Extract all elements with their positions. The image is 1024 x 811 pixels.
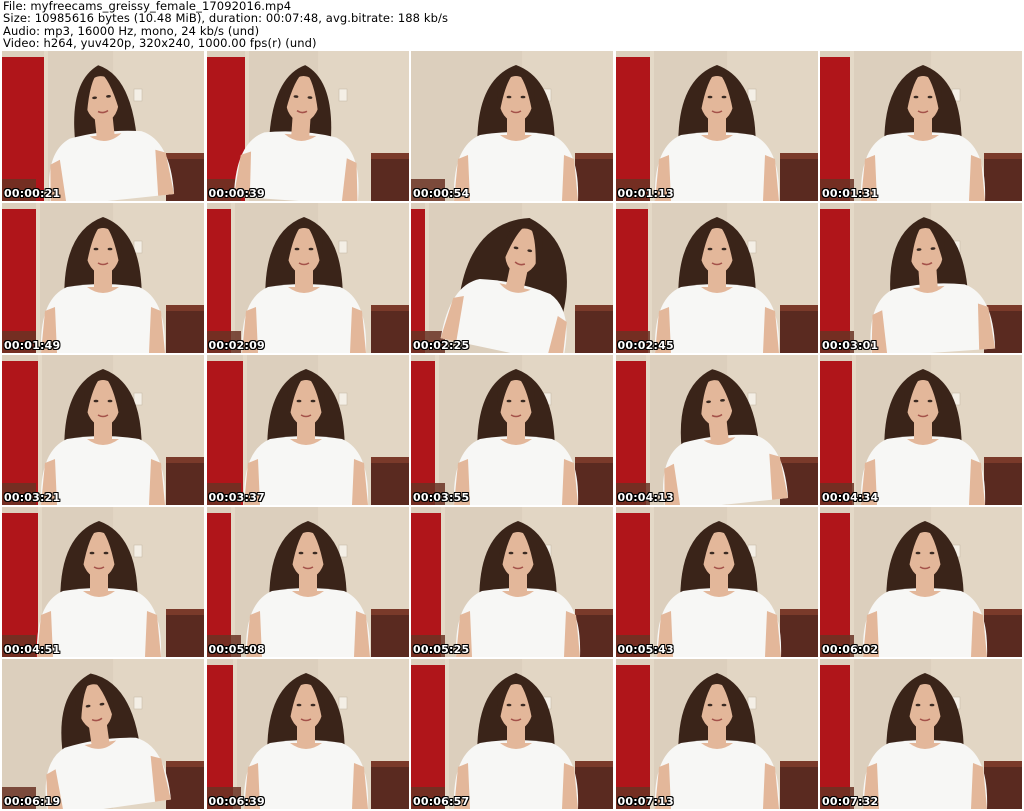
frame-image <box>411 355 613 505</box>
thumbnail-timestamp: 00:00:21 <box>4 187 61 200</box>
frame-image <box>615 659 818 809</box>
video-thumbnail: 00:02:25 <box>411 203 613 353</box>
thumbnail-timestamp: 00:04:13 <box>617 491 674 504</box>
frame-image <box>2 659 204 809</box>
thumbnail-timestamp: 00:03:55 <box>413 491 470 504</box>
thumbnail-timestamp: 00:06:19 <box>4 795 61 808</box>
video-thumbnail: 00:07:32 <box>820 659 1022 809</box>
video-thumbnail: 00:06:57 <box>411 659 613 809</box>
video-thumbnail: 00:00:54 <box>411 51 613 201</box>
frame-image <box>206 355 409 505</box>
thumbnail-timestamp: 00:01:49 <box>4 339 61 352</box>
frame-image <box>2 507 204 657</box>
frame-image <box>2 355 204 505</box>
thumbnail-timestamp: 00:01:13 <box>617 187 674 200</box>
thumbnail-timestamp: 00:03:21 <box>4 491 61 504</box>
frame-image <box>411 507 613 657</box>
frame-image <box>2 203 204 353</box>
video-thumbnail: 00:04:13 <box>615 355 818 505</box>
video-thumbnail: 00:06:19 <box>2 659 204 809</box>
thumbnail-timestamp: 00:01:31 <box>822 187 879 200</box>
frame-image <box>615 203 818 353</box>
video-thumbnail: 00:04:34 <box>820 355 1022 505</box>
video-thumbnail: 00:05:25 <box>411 507 613 657</box>
thumbnail-timestamp: 00:02:45 <box>617 339 674 352</box>
thumbnail-timestamp: 00:02:09 <box>208 339 265 352</box>
frame-image <box>206 203 409 353</box>
video-thumbnail: 00:00:21 <box>2 51 204 201</box>
video-thumbnail: 00:05:43 <box>615 507 818 657</box>
thumbnail-timestamp: 00:06:39 <box>208 795 265 808</box>
thumbnail-timestamp: 00:00:54 <box>413 187 470 200</box>
thumbnail-grid: 00:00:21 00:00:39 00:00:54 00:01:13 00:01:31… <box>2 51 1022 809</box>
video-thumbnail: 00:06:39 <box>206 659 409 809</box>
video-thumbnail: 00:02:45 <box>615 203 818 353</box>
thumbnail-timestamp: 00:00:39 <box>208 187 265 200</box>
file-size-line: Size: 10985616 bytes (10.48 MiB), durati… <box>3 11 449 26</box>
frame-image <box>2 51 204 201</box>
video-thumbnail: 00:07:13 <box>615 659 818 809</box>
frame-image <box>206 659 409 809</box>
video-thumbnail: 00:02:09 <box>206 203 409 353</box>
thumbnail-timestamp: 00:02:25 <box>413 339 470 352</box>
frame-image <box>411 659 613 809</box>
video-thumbnail: 00:04:51 <box>2 507 204 657</box>
frame-image <box>820 659 1022 809</box>
video-thumbnail: 00:06:02 <box>820 507 1022 657</box>
thumbnail-timestamp: 00:03:01 <box>822 339 879 352</box>
frame-image <box>615 507 818 657</box>
thumbnail-timestamp: 00:04:51 <box>4 643 61 656</box>
frame-image <box>820 507 1022 657</box>
video-thumbnail: 00:03:37 <box>206 355 409 505</box>
frame-image <box>411 203 613 353</box>
thumbnail-timestamp: 00:05:25 <box>413 643 470 656</box>
frame-image <box>820 355 1022 505</box>
video-thumbnail: 00:03:01 <box>820 203 1022 353</box>
video-thumbnail: 00:01:31 <box>820 51 1022 201</box>
thumbnail-timestamp: 00:05:08 <box>208 643 265 656</box>
video-thumbnail: 00:00:39 <box>206 51 409 201</box>
video-thumbnail: 00:03:21 <box>2 355 204 505</box>
thumbnail-timestamp: 00:06:57 <box>413 795 470 808</box>
frame-image <box>206 51 409 201</box>
video-info-line: Video: h264, yuv420p, 320x240, 1000.00 f… <box>3 36 317 51</box>
frame-image <box>206 507 409 657</box>
thumbnail-timestamp: 00:07:32 <box>822 795 879 808</box>
video-thumbnail: 00:01:49 <box>2 203 204 353</box>
frame-image <box>615 51 818 201</box>
thumbnail-timestamp: 00:06:02 <box>822 643 879 656</box>
file-info-header: File: myfreecams_greissy_female_17092016… <box>3 0 1021 50</box>
thumbnail-timestamp: 00:05:43 <box>617 643 674 656</box>
frame-image <box>820 203 1022 353</box>
frame-image <box>820 51 1022 201</box>
thumbnail-timestamp: 00:03:37 <box>208 491 265 504</box>
frame-image <box>615 355 818 505</box>
thumbnail-timestamp: 00:07:13 <box>617 795 674 808</box>
video-thumbnail: 00:01:13 <box>615 51 818 201</box>
thumbnail-timestamp: 00:04:34 <box>822 491 879 504</box>
frame-image <box>411 51 613 201</box>
video-thumbnail: 00:05:08 <box>206 507 409 657</box>
video-thumbnail: 00:03:55 <box>411 355 613 505</box>
